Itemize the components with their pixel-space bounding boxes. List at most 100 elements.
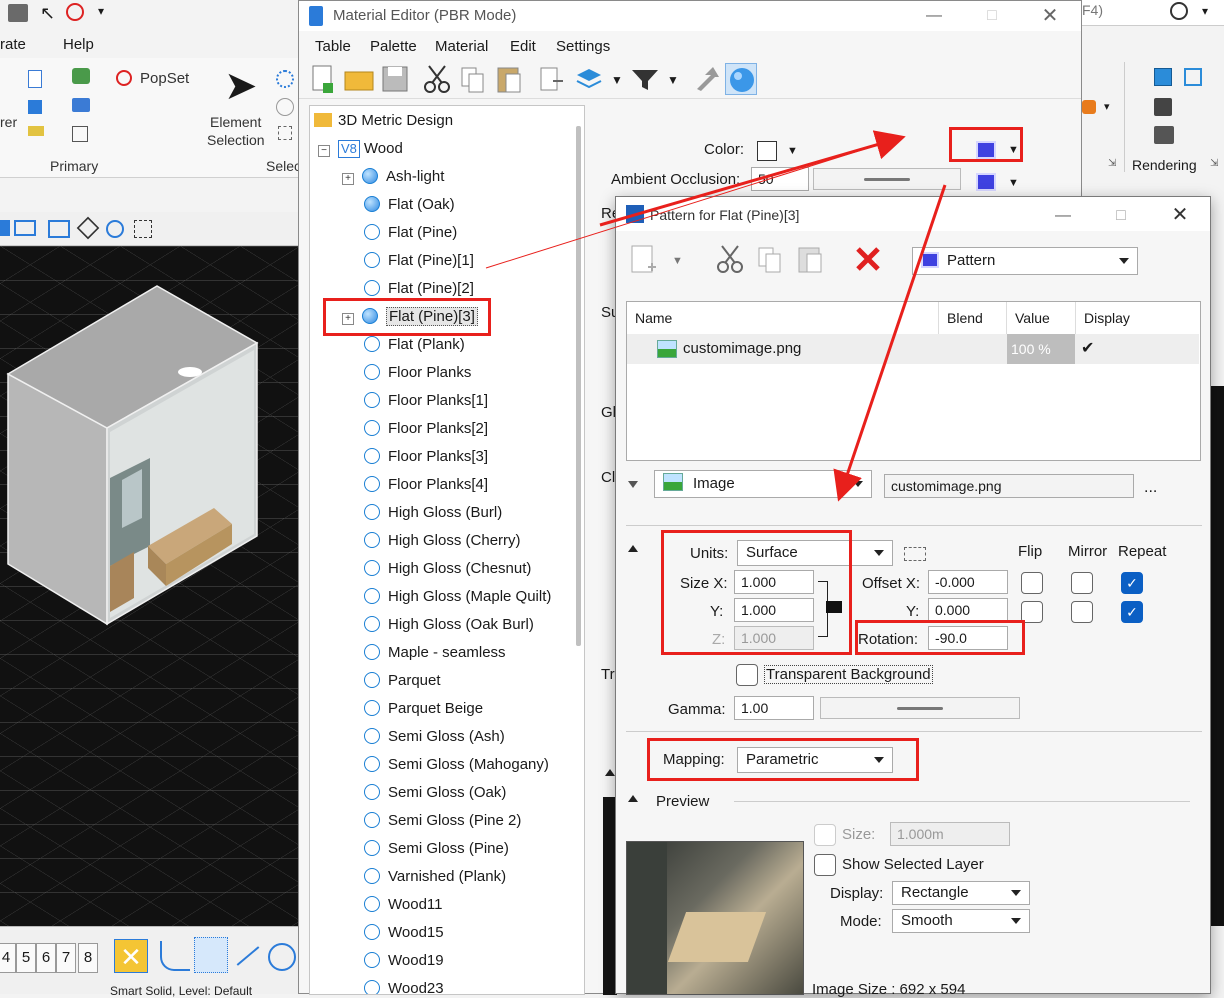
layers-icon[interactable]	[573, 63, 605, 95]
tree-item[interactable]: + Ash-light	[342, 164, 444, 190]
offset-x-input[interactable]: -0.000	[928, 570, 1008, 594]
settings-icon[interactable]	[72, 68, 90, 84]
tree-item[interactable]: Flat (Pine)	[364, 220, 457, 246]
selection-circle-2-icon[interactable]	[276, 98, 294, 116]
export-icon[interactable]	[535, 63, 567, 95]
tree-item[interactable]: Floor Planks[3]	[364, 444, 488, 470]
grid-icon[interactable]	[72, 126, 88, 142]
tree-item[interactable]: Semi Gloss (Oak)	[364, 780, 506, 806]
repeat-y-checkbox[interactable]: ✓	[1121, 601, 1143, 623]
chevron-down-icon[interactable]: ▼	[667, 73, 679, 87]
maximize-icon[interactable]: □	[977, 5, 1007, 27]
tree-item[interactable]: Flat (Oak)	[364, 192, 455, 218]
gamma-input[interactable]: 1.00	[734, 696, 814, 720]
maximize-icon[interactable]: □	[1106, 205, 1136, 227]
menu-palette[interactable]: Palette	[370, 38, 417, 55]
cut-icon[interactable]	[421, 63, 453, 95]
minimize-icon[interactable]: —	[1048, 205, 1078, 227]
view-tab-8[interactable]: 8	[78, 943, 98, 973]
collapse-icon[interactable]: −	[318, 145, 330, 157]
close-icon[interactable]: ✕	[1165, 204, 1195, 226]
save-icon[interactable]	[379, 63, 411, 95]
dropdown-icon[interactable]: ▾	[98, 4, 104, 18]
unit-lock-icon[interactable]	[904, 547, 926, 561]
expand-up-icon[interactable]	[605, 769, 615, 776]
chevron-down-icon[interactable]: ▼	[672, 255, 683, 267]
view-icon-5[interactable]	[106, 220, 124, 238]
expand-icon[interactable]: ⇲	[1108, 158, 1116, 169]
element-selection-label-2[interactable]: Selection	[207, 132, 265, 148]
chevron-down-icon[interactable]: ▼	[787, 145, 798, 157]
selection-circle-icon[interactable]	[276, 70, 294, 88]
selection-box-icon[interactable]	[278, 126, 292, 140]
paste-icon[interactable]	[794, 243, 826, 275]
expand-icon[interactable]: +	[342, 173, 354, 185]
show-selected-layer-checkbox[interactable]	[814, 854, 836, 876]
tree-item[interactable]: Floor Planks[4]	[364, 472, 488, 498]
popset-label[interactable]: PopSet	[140, 70, 189, 87]
ambient-occlusion-slider[interactable]	[813, 168, 961, 190]
material-tree[interactable]: 3D Metric Design − V8 Wood + Ash-light Flat …	[309, 105, 585, 995]
close-icon[interactable]: ✕	[1035, 5, 1065, 27]
snap-curve-icon[interactable]	[160, 941, 190, 971]
open-folder-icon[interactable]	[343, 63, 375, 95]
ao-pattern-icon[interactable]	[976, 173, 996, 191]
col-header-display[interactable]: Display	[1076, 302, 1200, 334]
view-icon-6[interactable]	[134, 220, 152, 238]
row-value[interactable]: 100 %	[1007, 334, 1075, 364]
view-icon-2[interactable]	[14, 220, 36, 236]
filter-icon[interactable]	[629, 63, 661, 95]
show-selected-layer-label[interactable]: Show Selected Layer	[842, 856, 984, 873]
menu-table[interactable]: Table	[315, 38, 351, 55]
table-row[interactable]: customimage.png 100 % ✔	[627, 334, 1199, 364]
flip-x-checkbox[interactable]	[1021, 572, 1043, 594]
assign-arrow-icon[interactable]	[691, 63, 723, 95]
tree-item[interactable]: Wood11	[364, 892, 443, 918]
tree-item[interactable]: Parquet	[364, 668, 441, 694]
tree-item[interactable]: Wood23	[364, 976, 444, 994]
tree-item[interactable]: Semi Gloss (Mahogany)	[364, 752, 549, 778]
render-save-icon[interactable]	[1154, 98, 1172, 116]
arrow-cursor-icon[interactable]: ➤	[224, 66, 258, 106]
search-icon[interactable]	[1170, 2, 1188, 20]
offset-y-input[interactable]: 0.000	[928, 598, 1008, 622]
new-icon[interactable]	[307, 63, 339, 95]
tree-item[interactable]: Floor Planks[2]	[364, 416, 488, 442]
minimize-icon[interactable]: —	[919, 5, 949, 27]
col-header-blend[interactable]: Blend	[939, 302, 1007, 334]
chevron-down-icon[interactable]: ▼	[1008, 177, 1019, 189]
view-tab-5[interactable]: 5	[16, 943, 36, 973]
menu-settings[interactable]: Settings	[556, 38, 610, 55]
layers-icon[interactable]	[28, 126, 44, 136]
view-icon-1[interactable]	[0, 220, 10, 236]
tree-item[interactable]: Wood19	[364, 948, 444, 974]
tree-item[interactable]: High Gloss (Cherry)	[364, 528, 521, 554]
material-editor-titlebar[interactable]: Material Editor (PBR Mode) — □ ✕	[299, 1, 1081, 31]
pointer-icon[interactable]: ↖	[40, 3, 55, 24]
ambient-occlusion-input[interactable]: 50	[751, 167, 809, 191]
tree-item[interactable]: Floor Planks[1]	[364, 388, 488, 414]
menu-edit[interactable]: Edit	[510, 38, 536, 55]
chevron-down-icon[interactable]: ▾	[1202, 4, 1208, 18]
snap-line-icon[interactable]	[236, 946, 260, 966]
tree-item[interactable]: Varnished (Plank)	[364, 864, 506, 890]
snap-grid-icon[interactable]	[194, 937, 228, 973]
document-icon[interactable]	[28, 70, 42, 88]
tree-item[interactable]: High Gloss (Chesnut)	[364, 556, 531, 582]
sphere-preview-icon[interactable]	[725, 63, 757, 95]
layer-table[interactable]: Name Blend Value Display customimage.png…	[626, 301, 1201, 461]
render-multi-icon[interactable]	[1154, 126, 1174, 144]
no-entry-icon[interactable]	[66, 3, 84, 21]
cube-icon[interactable]	[28, 100, 42, 114]
render-cube-icon[interactable]	[1154, 68, 1172, 86]
tree-item[interactable]: Semi Gloss (Pine)	[364, 836, 509, 862]
tree-scrollbar[interactable]	[576, 126, 581, 646]
tree-item[interactable]: High Gloss (Maple Quilt)	[364, 584, 551, 610]
mirror-y-checkbox[interactable]	[1071, 601, 1093, 623]
snap-close-icon[interactable]: ✕	[114, 939, 148, 973]
menu-item-help[interactable]: Help	[63, 36, 94, 53]
tree-palette-wood[interactable]: − V8 Wood	[318, 136, 403, 162]
mode-combo[interactable]: Smooth	[892, 909, 1030, 933]
copy-icon[interactable]	[457, 63, 489, 95]
delete-icon[interactable]	[852, 243, 884, 275]
